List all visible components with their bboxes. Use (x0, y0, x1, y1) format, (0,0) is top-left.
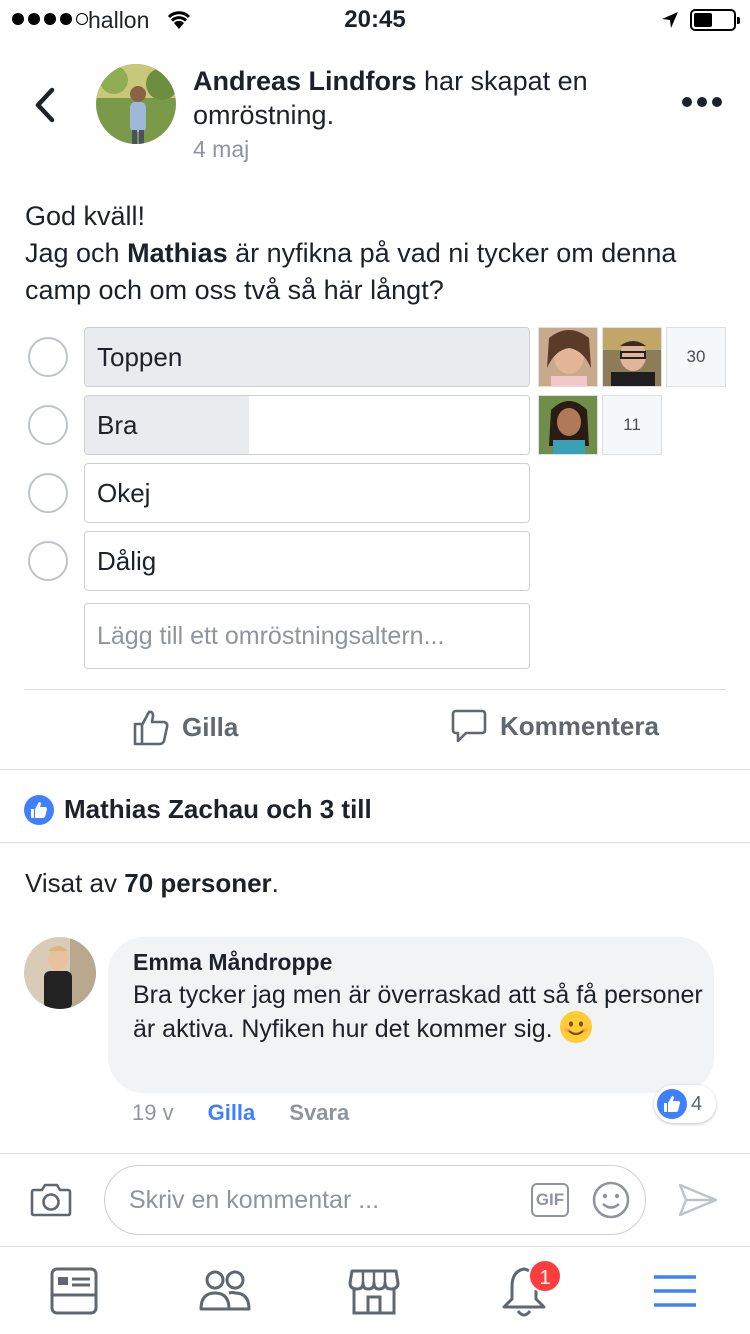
poll-option-label: Toppen (97, 342, 183, 372)
poll-option-radio[interactable] (28, 337, 68, 377)
divider (24, 689, 726, 690)
tab-menu[interactable] (648, 1265, 708, 1325)
divider (0, 842, 750, 843)
tab-notifications[interactable]: 1 (498, 1259, 562, 1325)
bottom-tab-bar: 1 (0, 1246, 750, 1334)
comment-meta: 19 v Gilla Svara (132, 1100, 349, 1126)
status-time: 20:45 (344, 6, 406, 33)
poll-option-bra[interactable]: Bra (84, 395, 530, 455)
smiling-emoji-icon (559, 1011, 592, 1043)
battery-icon (690, 9, 740, 31)
back-button[interactable] (30, 86, 60, 129)
mentioned-name[interactable]: Mathias (127, 238, 228, 268)
more-options-button[interactable] (682, 97, 722, 107)
poll-vote-count[interactable]: 11 (602, 395, 662, 455)
news-feed-icon (50, 1267, 98, 1315)
poll-option-row: Bra 11 (0, 395, 750, 455)
comment-time[interactable]: 19 v (132, 1100, 174, 1126)
seen-by-count[interactable]: Visat av 70 personer. (25, 868, 279, 899)
like-reaction-icon (657, 1089, 687, 1119)
post-text-line1: God kväll! (25, 201, 146, 231)
poll-option-radio[interactable] (28, 541, 68, 581)
thumbs-up-icon (133, 710, 169, 746)
poll-option-label: Bra (97, 410, 138, 440)
like-button[interactable]: Gilla (132, 708, 238, 746)
comment-reactions[interactable]: 4 (654, 1085, 716, 1123)
commenter-name[interactable]: Emma Måndroppe (133, 949, 332, 976)
tab-marketplace[interactable] (346, 1265, 406, 1325)
friends-icon (199, 1270, 251, 1311)
gif-button[interactable]: GIF (531, 1183, 569, 1217)
post-author-line: Andreas Lindfors har skapat en omröstnin… (193, 64, 653, 132)
camera-button[interactable] (30, 1180, 72, 1223)
chevron-left-icon (35, 87, 55, 123)
like-reaction-icon (24, 794, 54, 825)
comment-like-button[interactable]: Gilla (208, 1100, 256, 1126)
comment-reaction-count: 4 (691, 1092, 703, 1115)
location-arrow-icon (660, 10, 680, 35)
poll-option-row: Toppen 30 (0, 327, 750, 387)
add-poll-option-placeholder: Lägg till ett omröstningsaltern... (97, 622, 445, 650)
poll-option-okej[interactable]: Okej (84, 463, 530, 523)
poll-vote-count[interactable]: 30 (666, 327, 726, 387)
comment-bubble: Emma Måndroppe Bra tycker jag men är öve… (108, 937, 714, 1093)
post-text-line2: Jag och Mathias är nyfikna på vad ni tyc… (25, 238, 677, 305)
ellipsis-icon (682, 97, 692, 107)
poll-option-label: Okej (97, 478, 151, 508)
comment-input-placeholder: Skriv en kommentar ... (129, 1186, 380, 1214)
camera-icon (30, 1183, 72, 1217)
poll-option-row: Okej (0, 463, 750, 523)
comment-text: Bra tycker jag men är överraskad att så … (133, 981, 703, 1043)
post-date[interactable]: 4 maj (193, 136, 249, 163)
voter-avatar[interactable] (538, 327, 598, 387)
voter-avatar[interactable] (602, 327, 662, 387)
post-body: God kväll! Jag och Mathias är nyfikna på… (25, 198, 735, 309)
author-avatar[interactable] (96, 64, 176, 144)
marketplace-shop-icon (348, 1269, 400, 1315)
likes-summary-text: Mathias Zachau och 3 till (64, 794, 372, 824)
sticker-smiley-icon[interactable] (591, 1180, 631, 1225)
divider (0, 1153, 750, 1154)
like-label: Gilla (182, 711, 239, 742)
comment-label: Kommentera (500, 710, 659, 741)
poll-option-row: Dålig (0, 531, 750, 591)
author-name-link[interactable]: Andreas Lindfors (193, 66, 417, 96)
poll-option-radio[interactable] (28, 405, 68, 445)
hamburger-menu-icon (654, 1275, 696, 1307)
comment-bubble-icon (451, 709, 487, 743)
comment-button[interactable]: Kommentera (450, 708, 659, 744)
divider (0, 769, 750, 770)
notification-badge: 1 (528, 1259, 562, 1293)
status-bar: hallon 20:45 (0, 0, 750, 40)
poll-option-radio[interactable] (28, 473, 68, 513)
send-arrow-icon (678, 1183, 718, 1217)
tab-friend-requests[interactable] (197, 1265, 257, 1325)
commenter-avatar[interactable] (24, 937, 96, 1009)
comment-reply-button[interactable]: Svara (289, 1100, 349, 1126)
voter-avatar[interactable] (538, 395, 598, 455)
tab-news-feed[interactable] (46, 1265, 106, 1325)
poll-option-toppen[interactable]: Toppen (84, 327, 530, 387)
send-button[interactable] (678, 1182, 718, 1223)
comment-input[interactable]: Skriv en kommentar ... GIF (104, 1165, 646, 1235)
likes-summary[interactable]: Mathias Zachau och 3 till (24, 794, 372, 825)
add-poll-option-input[interactable]: Lägg till ett omröstningsaltern... (84, 603, 530, 669)
poll-option-label: Dålig (97, 546, 157, 576)
poll-option-dalig[interactable]: Dålig (84, 531, 530, 591)
